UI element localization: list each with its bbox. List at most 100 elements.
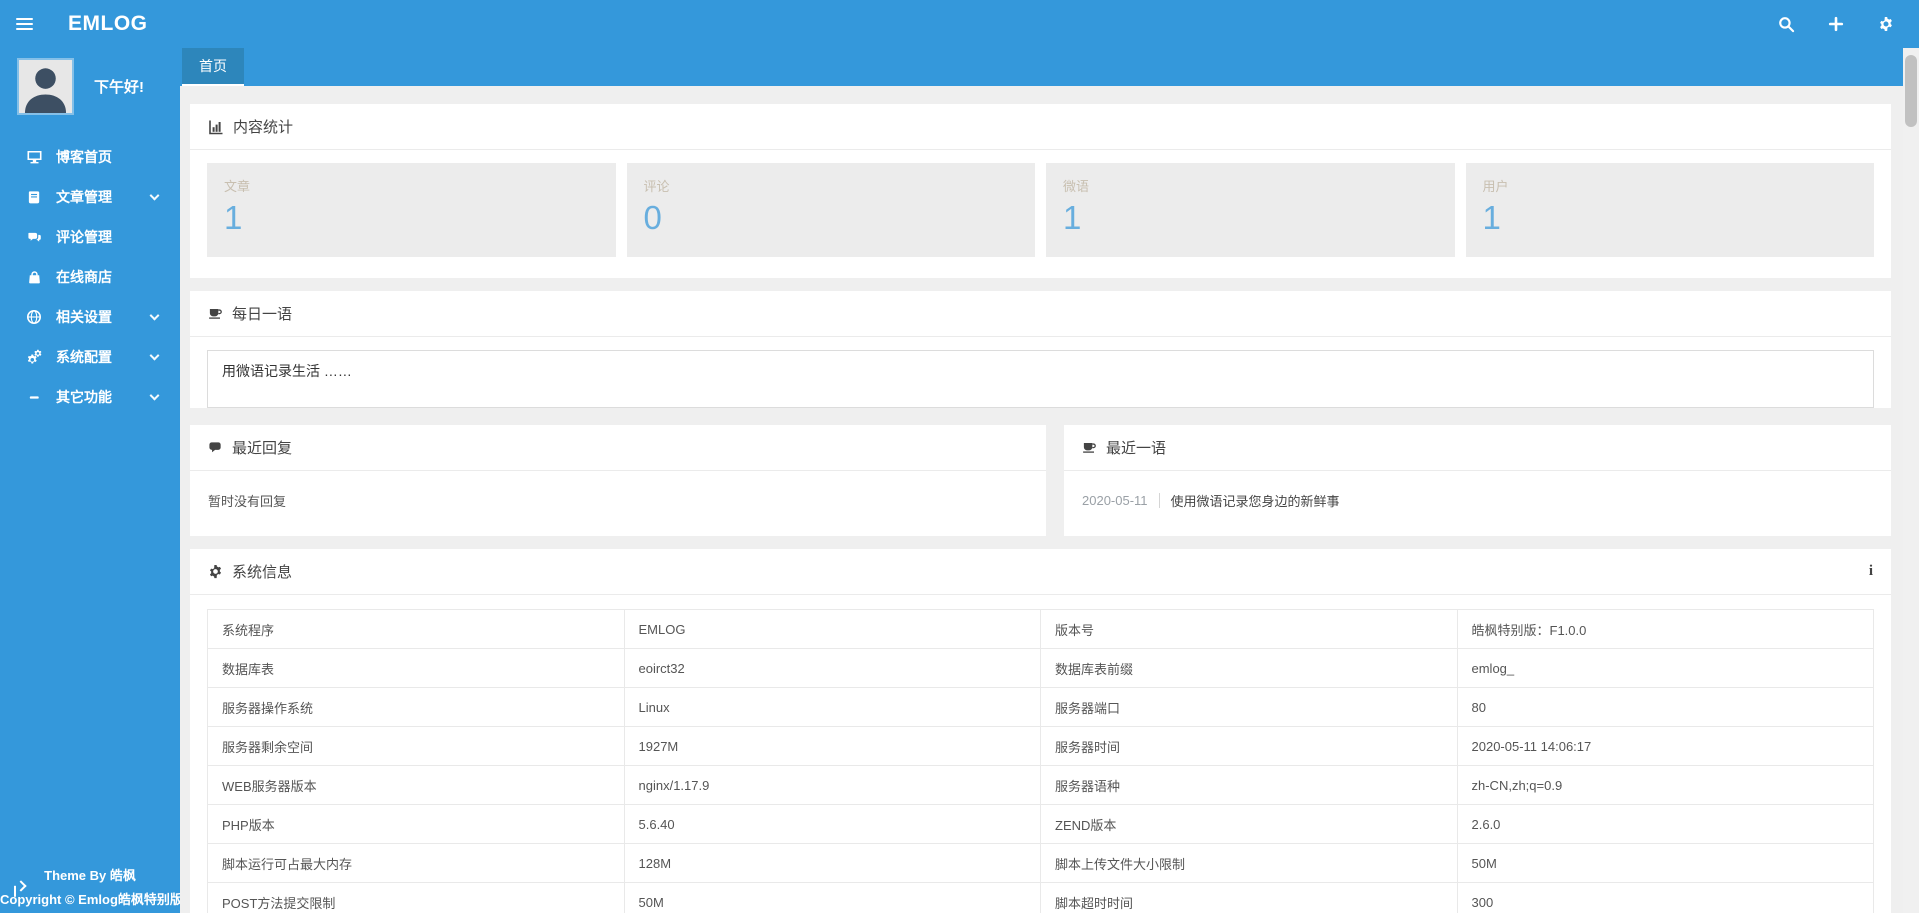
comments-icon — [24, 230, 44, 245]
sidebar-item-label: 系统配置 — [56, 349, 112, 365]
gear-icon — [208, 564, 223, 579]
sidebar-item-label: 其它功能 — [56, 389, 112, 405]
panel-system-info-header: 系统信息 i — [190, 549, 1891, 595]
info-value: emlog_ — [1456, 648, 1874, 688]
panel-content-stats-header: 内容统计 — [190, 104, 1891, 150]
sidebar-item-articles[interactable]: 文章管理 — [0, 177, 180, 217]
chevron-down-icon — [149, 390, 160, 401]
panel-daily-quote: 每日一语 用微语记录生活 …… — [190, 291, 1891, 408]
info-value: 300 — [1456, 882, 1874, 913]
header-actions — [1761, 0, 1911, 48]
sidebar-item-label: 在线商店 — [56, 269, 112, 285]
stat-cards: 文章 1 评论 0 微语 1 用户 1 — [190, 150, 1891, 278]
sidebar-item-label: 评论管理 — [56, 229, 112, 245]
stat-card-articles[interactable]: 文章 1 — [207, 163, 616, 257]
recent-note-body: 2020-05-11 使用微语记录您身边的新鲜事 — [1064, 471, 1891, 536]
stat-card-notes[interactable]: 微语 1 — [1046, 163, 1455, 257]
sidebar-footer: Theme By 皓枫 Copyright © Emlog皓枫特别版 — [0, 865, 183, 908]
info-value: nginx/1.17.9 — [623, 765, 1041, 805]
stat-value: 0 — [643, 199, 662, 236]
avatar[interactable] — [17, 58, 74, 115]
info-value: 皓枫特别版：F1.0.0 — [1456, 609, 1874, 649]
info-label: 脚本超时时间 — [1040, 882, 1458, 913]
info-value: 2.6.0 — [1456, 804, 1874, 844]
system-info-table-body: 系统程序 EMLOG 版本号 皓枫特别版：F1.0.0 数据库表 eoirct3… — [207, 609, 1874, 913]
greeting-text: 下午好! — [94, 79, 144, 96]
bar-chart-icon — [208, 119, 224, 135]
book-icon — [24, 190, 44, 205]
sidebar-item-blog-home[interactable]: 博客首页 — [0, 137, 180, 177]
recent-replies-body: 暂时没有回复 — [190, 471, 1046, 536]
stat-card-comments[interactable]: 评论 0 — [626, 163, 1035, 257]
stat-label: 用户 — [1482, 179, 1509, 194]
gear-icon[interactable] — [1861, 0, 1911, 48]
two-column-row: 最近回复 暂时没有回复 最近一语 2020-05-11 使用微语记录您身边的新鲜… — [190, 425, 1891, 536]
info-icon[interactable]: i — [1869, 563, 1873, 580]
sidebar-item-comments[interactable]: 评论管理 — [0, 217, 180, 257]
menu-icon[interactable] — [0, 0, 48, 48]
tab-home[interactable]: 首页 — [182, 48, 244, 86]
desktop-icon — [24, 149, 44, 165]
info-label: WEB服务器版本 — [207, 765, 625, 805]
stat-label: 评论 — [643, 179, 670, 194]
panel-system-info: 系统信息 i 系统程序 EMLOG 版本号 皓枫特别版：F1.0.0 数据库表 … — [190, 549, 1891, 913]
sidebar-item-other[interactable]: 其它功能 — [0, 377, 180, 417]
info-value: 128M — [623, 843, 1041, 883]
stat-value: 1 — [224, 199, 243, 236]
search-icon[interactable] — [1761, 0, 1811, 48]
app-title: EMLOG — [68, 12, 148, 35]
dash-icon — [24, 390, 44, 405]
info-label: 服务器操作系统 — [207, 687, 625, 727]
chevron-down-icon — [149, 310, 160, 321]
no-replies-text: 暂时没有回复 — [208, 494, 287, 509]
sidebar-item-settings[interactable]: 相关设置 — [0, 297, 180, 337]
info-label: 脚本运行可占最大内存 — [207, 843, 625, 883]
panel-title-text: 内容统计 — [233, 119, 294, 136]
panel-title-text: 最近一语 — [1106, 440, 1167, 457]
sidebar-item-store[interactable]: 在线商店 — [0, 257, 180, 297]
table-row: 脚本运行可占最大内存 128M 脚本上传文件大小限制 50M — [207, 843, 1874, 883]
info-label: POST方法提交限制 — [207, 882, 625, 913]
info-value: Linux — [623, 687, 1041, 727]
info-label: 版本号 — [1040, 609, 1458, 649]
stat-card-users[interactable]: 用户 1 — [1465, 163, 1874, 257]
info-value: EMLOG — [623, 609, 1041, 649]
stat-value: 1 — [1063, 199, 1082, 236]
top-navbar: EMLOG — [0, 0, 1919, 48]
sidebar-item-label: 文章管理 — [56, 189, 112, 205]
chevron-down-icon — [149, 190, 160, 201]
panel-title-text: 最近回复 — [232, 440, 293, 457]
panel-title-text: 每日一语 — [232, 306, 293, 323]
info-label: 服务器端口 — [1040, 687, 1458, 727]
panel-recent-note: 最近一语 2020-05-11 使用微语记录您身边的新鲜事 — [1064, 425, 1891, 536]
stat-value: 1 — [1482, 199, 1501, 236]
info-value: 5.6.40 — [623, 804, 1041, 844]
info-value: 50M — [623, 882, 1041, 913]
note-date: 2020-05-11 — [1082, 493, 1148, 508]
globe-icon — [24, 309, 44, 325]
info-label: 脚本上传文件大小限制 — [1040, 843, 1458, 883]
info-value: eoirct32 — [623, 648, 1041, 688]
info-label: 系统程序 — [207, 609, 625, 649]
panel-content-stats: 内容统计 文章 1 评论 0 微语 1 用户 1 — [190, 104, 1891, 278]
main-content: 内容统计 文章 1 评论 0 微语 1 用户 1 每日一语 用微语记录生活 ……… — [180, 86, 1903, 913]
stat-label: 文章 — [224, 179, 251, 194]
panel-recent-replies-header: 最近回复 — [190, 425, 1046, 471]
panel-daily-quote-header: 每日一语 — [190, 291, 1891, 337]
info-value: 2020-05-11 14:06:17 — [1456, 726, 1874, 766]
daily-quote-box: 用微语记录生活 …… — [207, 350, 1874, 408]
theme-credit-link[interactable]: Theme By 皓枫 — [0, 865, 180, 884]
system-info-table: 系统程序 EMLOG 版本号 皓枫特别版：F1.0.0 数据库表 eoirct3… — [207, 609, 1874, 913]
user-profile: 下午好! — [0, 48, 180, 121]
plus-icon[interactable] — [1811, 0, 1861, 48]
scrollbar-thumb[interactable] — [1905, 55, 1917, 127]
sidebar-item-system-config[interactable]: 系统配置 — [0, 337, 180, 377]
info-label: 数据库表 — [207, 648, 625, 688]
table-row: 服务器剩余空间 1927M 服务器时间 2020-05-11 14:06:17 — [207, 726, 1874, 766]
store-bag-icon — [24, 270, 44, 285]
panel-recent-note-header: 最近一语 — [1064, 425, 1891, 471]
panel-recent-replies: 最近回复 暂时没有回复 — [190, 425, 1046, 536]
gears-icon — [24, 349, 44, 365]
stat-label: 微语 — [1063, 179, 1090, 194]
tab-bar: 首页 — [180, 48, 1903, 86]
